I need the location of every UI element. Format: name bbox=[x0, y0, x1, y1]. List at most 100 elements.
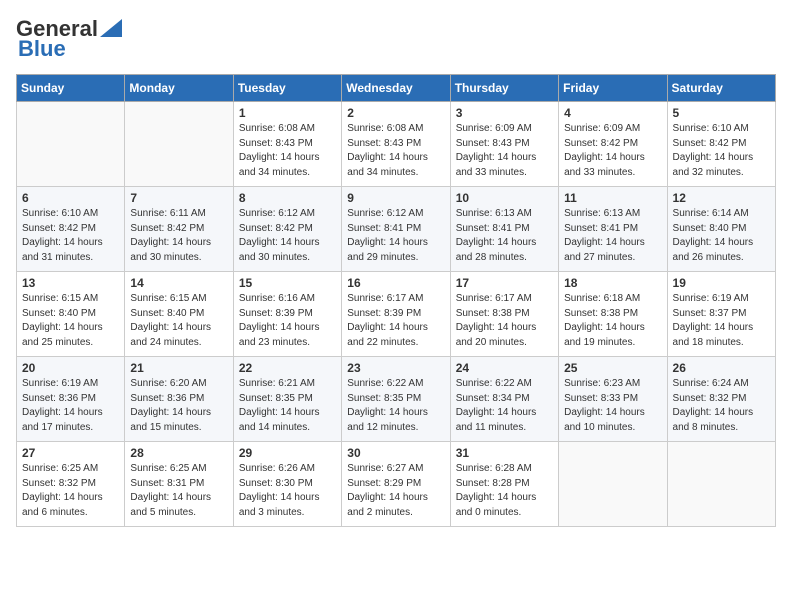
calendar-cell bbox=[559, 442, 667, 527]
day-number: 23 bbox=[347, 361, 444, 375]
calendar-cell: 3Sunrise: 6:09 AM Sunset: 8:43 PM Daylig… bbox=[450, 102, 558, 187]
day-detail: Sunrise: 6:16 AM Sunset: 8:39 PM Dayligh… bbox=[239, 292, 336, 350]
day-number: 27 bbox=[22, 446, 119, 460]
calendar-cell: 11Sunrise: 6:13 AM Sunset: 8:41 PM Dayli… bbox=[559, 187, 667, 272]
calendar-cell: 17Sunrise: 6:17 AM Sunset: 8:38 PM Dayli… bbox=[450, 272, 558, 357]
day-number: 29 bbox=[239, 446, 336, 460]
day-number: 20 bbox=[22, 361, 119, 375]
calendar-cell: 10 Sunrise: 6:13 AM Sunset: 8:41 PM Dayli… bbox=[450, 187, 558, 272]
day-of-week-header: Sunday bbox=[17, 75, 125, 102]
day-detail: Sunrise: 6:19 AM Sunset: 8:37 PM Dayligh… bbox=[673, 292, 770, 350]
day-detail: Sunrise: 6:24 AM Sunset: 8:32 PM Dayligh… bbox=[673, 377, 770, 435]
day-detail: Sunrise: 6:22 AM Sunset: 8:35 PM Dayligh… bbox=[347, 377, 444, 435]
day-detail: Sunrise: 6:28 AM Sunset: 8:28 PM Dayligh… bbox=[456, 462, 553, 520]
day-detail: Sunrise: 6:08 AM Sunset: 8:43 PM Dayligh… bbox=[239, 122, 336, 180]
day-detail: Sunrise: 6:15 AM Sunset: 8:40 PM Dayligh… bbox=[130, 292, 227, 350]
calendar-cell: 2 Sunrise: 6:08 AM Sunset: 8:43 PM Daylig… bbox=[342, 102, 450, 187]
calendar-cell: 12 Sunrise: 6:14 AM Sunset: 8:40 PM Dayli… bbox=[667, 187, 775, 272]
day-detail: Sunrise: 6:13 AM Sunset: 8:41 PM Dayligh… bbox=[456, 207, 553, 265]
day-detail: Sunrise: 6:10 AM Sunset: 8:42 PM Dayligh… bbox=[673, 122, 770, 180]
day-detail: Sunrise: 6:27 AM Sunset: 8:29 PM Dayligh… bbox=[347, 462, 444, 520]
calendar-cell: 22 Sunrise: 6:21 AM Sunset: 8:35 PM Dayli… bbox=[233, 357, 341, 442]
day-number: 18 bbox=[564, 276, 661, 290]
day-number: 28 bbox=[130, 446, 227, 460]
day-detail: Sunrise: 6:10 AM Sunset: 8:42 PM Dayligh… bbox=[22, 207, 119, 265]
day-number: 25 bbox=[564, 361, 661, 375]
calendar-cell: 4Sunrise: 6:09 AM Sunset: 8:42 PM Daylig… bbox=[559, 102, 667, 187]
day-number: 15 bbox=[239, 276, 336, 290]
calendar-header: SundayMondayTuesdayWednesdayThursdayFrid… bbox=[17, 75, 776, 102]
calendar-week-row: 13 Sunrise: 6:15 AM Sunset: 8:40 PM Dayli… bbox=[17, 272, 776, 357]
day-number: 1 bbox=[239, 106, 336, 120]
day-detail: Sunrise: 6:08 AM Sunset: 8:43 PM Dayligh… bbox=[347, 122, 444, 180]
day-detail: Sunrise: 6:17 AM Sunset: 8:39 PM Dayligh… bbox=[347, 292, 444, 350]
calendar-cell: 31 Sunrise: 6:28 AM Sunset: 8:28 PM Dayli… bbox=[450, 442, 558, 527]
calendar-week-row: 6 Sunrise: 6:10 AM Sunset: 8:42 PM Daylig… bbox=[17, 187, 776, 272]
day-number: 2 bbox=[347, 106, 444, 120]
day-number: 6 bbox=[22, 191, 119, 205]
logo: General Blue bbox=[16, 16, 122, 62]
calendar-cell: 30 Sunrise: 6:27 AM Sunset: 8:29 PM Dayli… bbox=[342, 442, 450, 527]
calendar-cell: 8 Sunrise: 6:12 AM Sunset: 8:42 PM Daylig… bbox=[233, 187, 341, 272]
day-detail: Sunrise: 6:12 AM Sunset: 8:42 PM Dayligh… bbox=[239, 207, 336, 265]
day-detail: Sunrise: 6:17 AM Sunset: 8:38 PM Dayligh… bbox=[456, 292, 553, 350]
day-detail: Sunrise: 6:22 AM Sunset: 8:34 PM Dayligh… bbox=[456, 377, 553, 435]
day-detail: Sunrise: 6:21 AM Sunset: 8:35 PM Dayligh… bbox=[239, 377, 336, 435]
calendar-cell: 23 Sunrise: 6:22 AM Sunset: 8:35 PM Dayli… bbox=[342, 357, 450, 442]
day-detail: Sunrise: 6:19 AM Sunset: 8:36 PM Dayligh… bbox=[22, 377, 119, 435]
day-number: 12 bbox=[673, 191, 770, 205]
day-detail: Sunrise: 6:23 AM Sunset: 8:33 PM Dayligh… bbox=[564, 377, 661, 435]
calendar-cell: 29 Sunrise: 6:26 AM Sunset: 8:30 PM Dayli… bbox=[233, 442, 341, 527]
day-detail: Sunrise: 6:20 AM Sunset: 8:36 PM Dayligh… bbox=[130, 377, 227, 435]
calendar-week-row: 1 Sunrise: 6:08 AM Sunset: 8:43 PM Daylig… bbox=[17, 102, 776, 187]
day-number: 16 bbox=[347, 276, 444, 290]
day-of-week-header: Tuesday bbox=[233, 75, 341, 102]
day-detail: Sunrise: 6:11 AM Sunset: 8:42 PM Dayligh… bbox=[130, 207, 227, 265]
day-number: 24 bbox=[456, 361, 553, 375]
calendar-cell: 16 Sunrise: 6:17 AM Sunset: 8:39 PM Dayli… bbox=[342, 272, 450, 357]
day-of-week-header: Wednesday bbox=[342, 75, 450, 102]
calendar-cell: 9Sunrise: 6:12 AM Sunset: 8:41 PM Daylig… bbox=[342, 187, 450, 272]
calendar-cell: 24 Sunrise: 6:22 AM Sunset: 8:34 PM Dayli… bbox=[450, 357, 558, 442]
day-detail: Sunrise: 6:14 AM Sunset: 8:40 PM Dayligh… bbox=[673, 207, 770, 265]
calendar-cell: 27 Sunrise: 6:25 AM Sunset: 8:32 PM Dayli… bbox=[17, 442, 125, 527]
calendar-cell: 5 Sunrise: 6:10 AM Sunset: 8:42 PM Daylig… bbox=[667, 102, 775, 187]
calendar-cell: 26 Sunrise: 6:24 AM Sunset: 8:32 PM Dayli… bbox=[667, 357, 775, 442]
calendar-week-row: 27 Sunrise: 6:25 AM Sunset: 8:32 PM Dayli… bbox=[17, 442, 776, 527]
calendar-table: SundayMondayTuesdayWednesdayThursdayFrid… bbox=[16, 74, 776, 527]
day-detail: Sunrise: 6:26 AM Sunset: 8:30 PM Dayligh… bbox=[239, 462, 336, 520]
calendar-cell: 7 Sunrise: 6:11 AM Sunset: 8:42 PM Daylig… bbox=[125, 187, 233, 272]
day-number: 30 bbox=[347, 446, 444, 460]
day-number: 21 bbox=[130, 361, 227, 375]
day-number: 22 bbox=[239, 361, 336, 375]
day-detail: Sunrise: 6:18 AM Sunset: 8:38 PM Dayligh… bbox=[564, 292, 661, 350]
calendar-cell: 19Sunrise: 6:19 AM Sunset: 8:37 PM Dayli… bbox=[667, 272, 775, 357]
calendar-cell: 14Sunrise: 6:15 AM Sunset: 8:40 PM Dayli… bbox=[125, 272, 233, 357]
day-of-week-header: Friday bbox=[559, 75, 667, 102]
day-detail: Sunrise: 6:25 AM Sunset: 8:32 PM Dayligh… bbox=[22, 462, 119, 520]
day-of-week-header: Saturday bbox=[667, 75, 775, 102]
calendar-cell: 25 Sunrise: 6:23 AM Sunset: 8:33 PM Dayli… bbox=[559, 357, 667, 442]
day-number: 11 bbox=[564, 191, 661, 205]
calendar-cell: 6 Sunrise: 6:10 AM Sunset: 8:42 PM Daylig… bbox=[17, 187, 125, 272]
day-number: 7 bbox=[130, 191, 227, 205]
calendar-cell: 28 Sunrise: 6:25 AM Sunset: 8:31 PM Dayli… bbox=[125, 442, 233, 527]
day-detail: Sunrise: 6:09 AM Sunset: 8:43 PM Dayligh… bbox=[456, 122, 553, 180]
day-number: 13 bbox=[22, 276, 119, 290]
calendar-cell: 13Sunrise: 6:15 AM Sunset: 8:40 PM Dayli… bbox=[17, 272, 125, 357]
calendar-cell: 1 Sunrise: 6:08 AM Sunset: 8:43 PM Daylig… bbox=[233, 102, 341, 187]
calendar-cell bbox=[667, 442, 775, 527]
day-detail: Sunrise: 6:25 AM Sunset: 8:31 PM Dayligh… bbox=[130, 462, 227, 520]
calendar-cell: 21 Sunrise: 6:20 AM Sunset: 8:36 PM Dayli… bbox=[125, 357, 233, 442]
day-number: 26 bbox=[673, 361, 770, 375]
calendar-cell: 18 Sunrise: 6:18 AM Sunset: 8:38 PM Dayli… bbox=[559, 272, 667, 357]
day-number: 10 bbox=[456, 191, 553, 205]
calendar-cell bbox=[125, 102, 233, 187]
day-number: 5 bbox=[673, 106, 770, 120]
day-number: 31 bbox=[456, 446, 553, 460]
calendar-cell bbox=[17, 102, 125, 187]
day-detail: Sunrise: 6:12 AM Sunset: 8:41 PM Dayligh… bbox=[347, 207, 444, 265]
page-header: General Blue bbox=[16, 16, 776, 62]
day-number: 8 bbox=[239, 191, 336, 205]
calendar-cell: 20 Sunrise: 6:19 AM Sunset: 8:36 PM Dayli… bbox=[17, 357, 125, 442]
